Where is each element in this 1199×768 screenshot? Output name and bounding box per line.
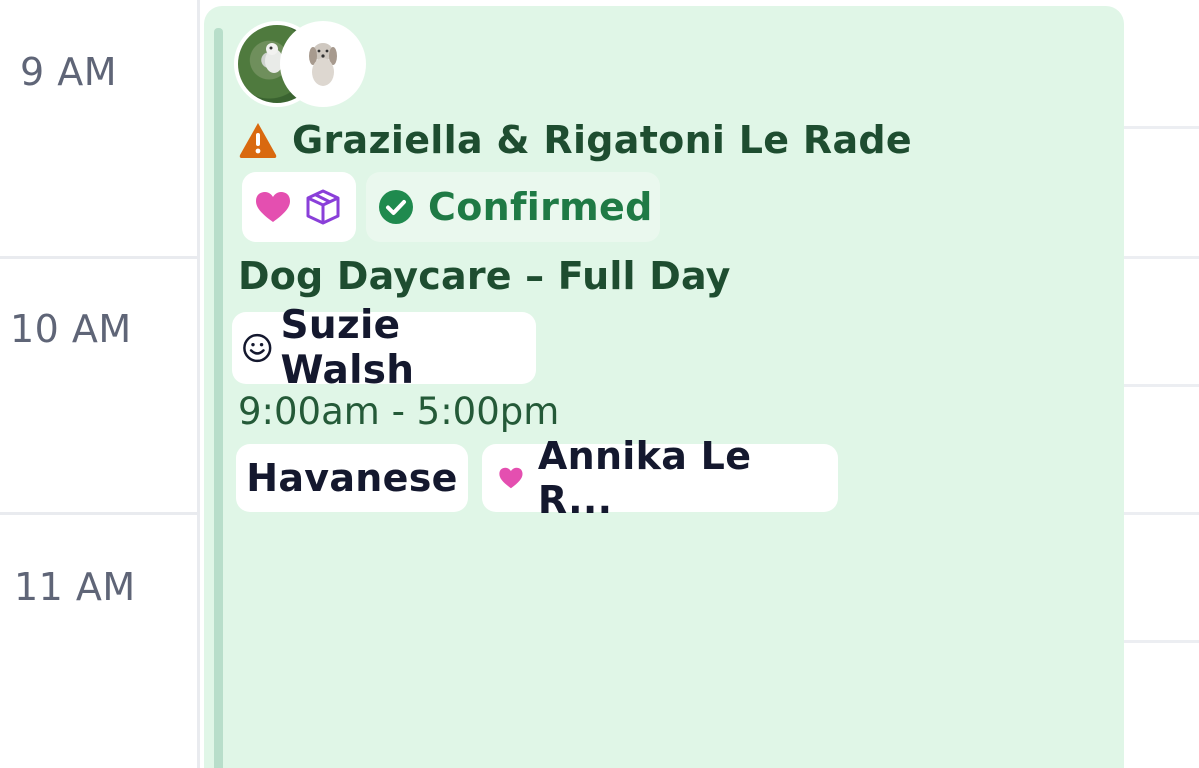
owner-tag[interactable]: Annika Le R... bbox=[482, 434, 838, 522]
smiley-icon bbox=[243, 333, 272, 363]
time-range: 9:00am - 5:00pm bbox=[238, 390, 560, 433]
pet-avatars bbox=[234, 21, 374, 109]
heart-icon bbox=[256, 192, 290, 222]
hour-slot-9am: 9 AM bbox=[0, 0, 200, 256]
event-accent-bar bbox=[214, 28, 223, 768]
grid-line bbox=[1124, 126, 1199, 129]
adjacent-grid-column[interactable] bbox=[1124, 0, 1199, 768]
pet-name[interactable]: Graziella & Rigatoni Le Rade bbox=[292, 118, 912, 162]
heart-icon bbox=[499, 467, 523, 489]
package-icon bbox=[306, 189, 340, 225]
breed-label: Havanese bbox=[246, 456, 458, 500]
hour-slot-10am: 10 AM bbox=[0, 256, 200, 512]
warning-triangle-icon bbox=[239, 123, 277, 158]
hour-label: 11 AM bbox=[14, 565, 136, 609]
grid-line bbox=[1124, 256, 1199, 259]
hour-label: 10 AM bbox=[10, 307, 132, 351]
time-gutter: 9 AM 10 AM 11 AM bbox=[0, 0, 200, 768]
staff-name: Suzie Walsh bbox=[280, 303, 415, 393]
status-badge[interactable]: Confirmed bbox=[366, 172, 660, 242]
grid-line bbox=[1124, 384, 1199, 387]
staff-chip[interactable]: Suzie Walsh bbox=[232, 303, 536, 393]
owner-name: Annika Le R... bbox=[537, 434, 752, 522]
pet-name-row: Graziella & Rigatoni Le Rade bbox=[238, 118, 912, 162]
dog-illustration-avatar bbox=[280, 21, 366, 107]
check-circle-icon bbox=[379, 190, 413, 224]
grid-line bbox=[1124, 640, 1199, 643]
appointment-card[interactable]: Graziella & Rigatoni Le Rade Confirmed D… bbox=[204, 6, 1124, 768]
hour-slot-11am: 11 AM bbox=[0, 512, 200, 768]
hour-label: 9 AM bbox=[20, 50, 118, 94]
breed-tag[interactable]: Havanese bbox=[236, 444, 468, 512]
status-label: Confirmed bbox=[428, 185, 653, 229]
pet-badges bbox=[242, 172, 356, 242]
grid-line bbox=[1124, 512, 1199, 515]
service-name: Dog Daycare – Full Day bbox=[238, 254, 731, 298]
